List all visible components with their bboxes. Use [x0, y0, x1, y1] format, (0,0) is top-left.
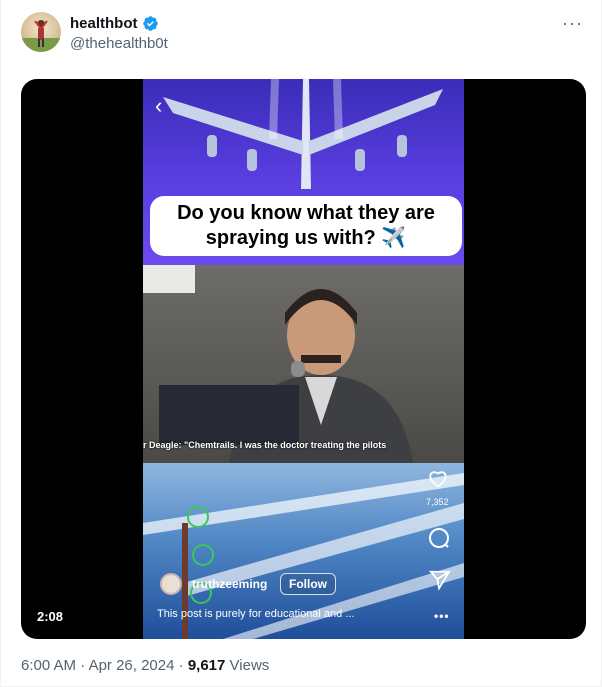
meta-separator: ·: [178, 657, 184, 674]
tweet-meta: 6:00 AM · Apr 26, 2024 · 9,617 Views: [21, 657, 269, 674]
ig-follow-button[interactable]: Follow: [280, 573, 336, 595]
more-horizontal-icon[interactable]: ···: [562, 14, 583, 32]
back-chevron-icon: ‹: [155, 93, 163, 118]
share-icon[interactable]: [429, 569, 451, 591]
views-count: 9,617: [187, 657, 226, 674]
video-airplane-panel: ‹ Do you know what they are spraying us …: [143, 79, 464, 265]
likes-count: 7,352: [426, 497, 449, 507]
airplane-illustration: [163, 79, 443, 189]
video-duration: 2:08: [37, 609, 64, 624]
more-icon[interactable]: •••: [434, 609, 450, 623]
video-subtitle: r Deagle: "Chemtrails. I was the doctor …: [143, 440, 387, 450]
views-label: Views: [229, 657, 270, 674]
author-handle[interactable]: @thehealthb0t: [70, 35, 168, 52]
video-frame: ‹ Do you know what they are spraying us …: [143, 79, 464, 639]
ig-caption: This post is purely for educational and …: [157, 608, 355, 620]
tweet-date[interactable]: Apr 26, 2024: [89, 657, 175, 674]
ig-avatar[interactable]: [160, 573, 182, 595]
meta-separator: ·: [80, 657, 86, 674]
author-name[interactable]: healthbot: [70, 15, 138, 32]
tweet-card: healthbot @thehealthb0t ··· ‹ Do you kno…: [0, 0, 602, 687]
video-player[interactable]: ‹ Do you know what they are spraying us …: [21, 79, 586, 639]
tweet-time[interactable]: 6:00 AM: [21, 657, 76, 674]
author-avatar[interactable]: [21, 12, 61, 52]
video-speaker-panel: r Deagle: "Chemtrails. I was the doctor …: [143, 265, 464, 463]
heart-icon[interactable]: [427, 467, 449, 489]
comment-icon[interactable]: [427, 526, 451, 550]
video-caption-overlay: Do you know what they are spraying us wi…: [150, 196, 462, 256]
ig-username[interactable]: truthzeeming: [192, 577, 267, 591]
verified-badge-icon: [142, 16, 158, 31]
